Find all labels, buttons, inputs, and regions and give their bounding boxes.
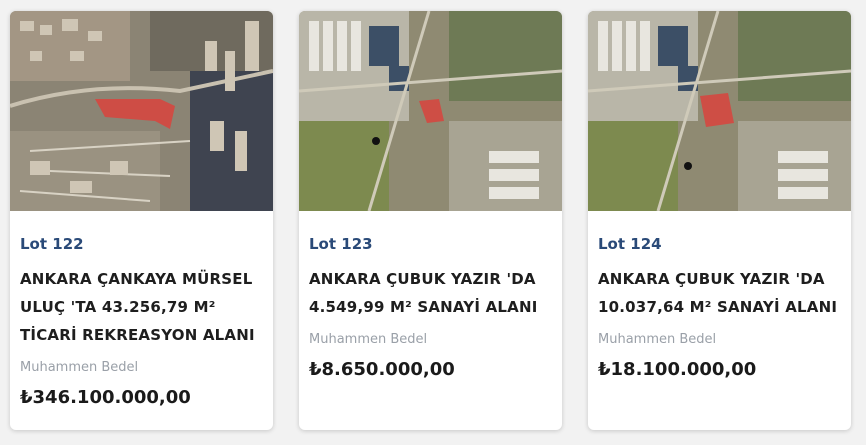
lot-number[interactable]: Lot 123 xyxy=(309,235,552,253)
price-value: ₺346.100.000,00 xyxy=(20,387,191,408)
lot-card[interactable]: Lot 123 ANKARA ÇUBUK YAZIR 'DA 4.549,99 … xyxy=(299,11,562,430)
lot-grid: Lot 122 ANKARA ÇANKAYA MÜRSEL ULUÇ 'TA 4… xyxy=(0,0,866,445)
lot-card[interactable]: Lot 124 ANKARA ÇUBUK YAZIR 'DA 10.037,64… xyxy=(588,11,851,430)
satellite-map-image[interactable] xyxy=(588,11,851,211)
lot-title[interactable]: ANKARA ÇUBUK YAZIR 'DA 10.037,64 M² SANA… xyxy=(598,265,841,321)
price-value: ₺8.650.000,00 xyxy=(309,359,455,380)
lot-title[interactable]: ANKARA ÇUBUK YAZIR 'DA 4.549,99 M² SANAY… xyxy=(309,265,552,321)
lot-card[interactable]: Lot 122 ANKARA ÇANKAYA MÜRSEL ULUÇ 'TA 4… xyxy=(10,11,273,430)
lot-number[interactable]: Lot 124 xyxy=(598,235,841,253)
price-value: ₺18.100.000,00 xyxy=(598,359,757,380)
satellite-map-image[interactable] xyxy=(299,11,562,211)
price-label: Muhammen Bedel xyxy=(20,360,139,375)
price-label: Muhammen Bedel xyxy=(309,332,428,347)
lot-title[interactable]: ANKARA ÇANKAYA MÜRSEL ULUÇ 'TA 43.256,79… xyxy=(20,265,263,349)
satellite-map-image[interactable] xyxy=(10,11,273,211)
price-label: Muhammen Bedel xyxy=(598,332,717,347)
lot-number[interactable]: Lot 122 xyxy=(20,235,263,253)
